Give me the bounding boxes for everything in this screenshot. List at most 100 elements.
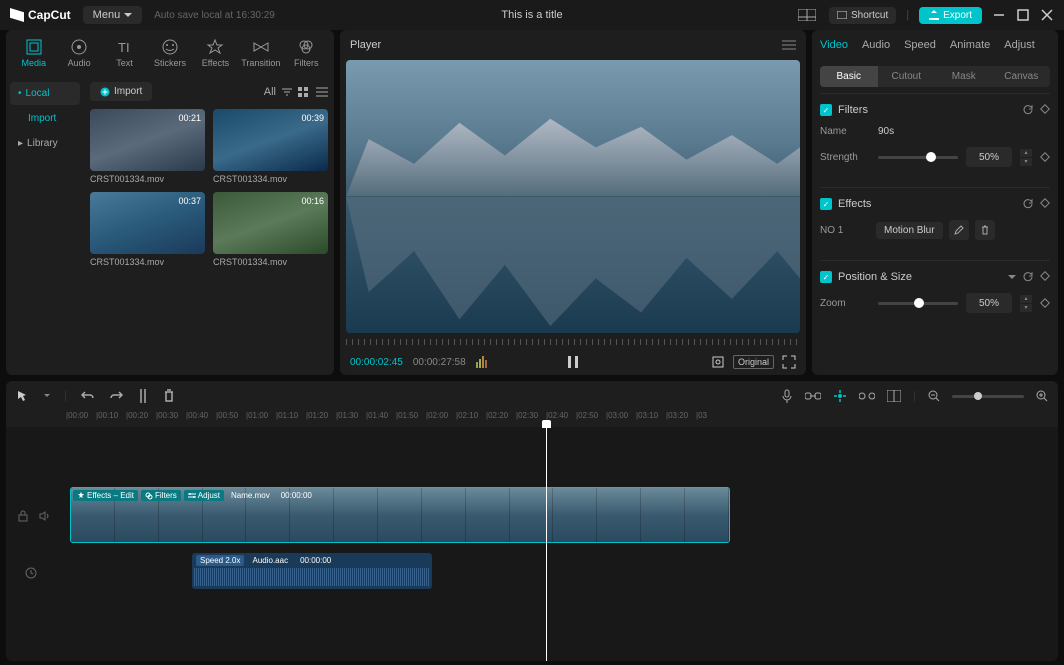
clip-grid: 00:21CRST001334.mov 00:39CRST001334.mov … — [90, 109, 328, 267]
subtab-cutout[interactable]: Cutout — [878, 66, 936, 87]
keyframe-icon[interactable] — [1040, 198, 1050, 208]
zoom-out-button[interactable] — [928, 390, 940, 402]
original-toggle[interactable]: Original — [733, 355, 774, 369]
filter-all[interactable]: All — [264, 86, 276, 98]
reset-icon[interactable] — [1022, 104, 1034, 116]
effects-checkbox[interactable]: ✓ — [820, 198, 832, 210]
effects-icon — [206, 38, 224, 56]
frame-icon[interactable] — [711, 355, 725, 369]
chevron-down-icon[interactable] — [1008, 275, 1016, 280]
layout-icon[interactable] — [795, 6, 819, 24]
delete-effect-button[interactable] — [975, 220, 995, 240]
list-view-icon[interactable] — [316, 87, 328, 97]
subtab-canvas[interactable]: Canvas — [993, 66, 1051, 87]
position-checkbox[interactable]: ✓ — [820, 271, 832, 283]
keyframe-icon[interactable] — [1040, 298, 1050, 308]
ruler-tick: |01:10 — [276, 411, 306, 427]
close-button[interactable] — [1040, 8, 1054, 22]
keyframe-icon[interactable] — [1040, 271, 1050, 281]
mute-icon[interactable] — [38, 510, 52, 522]
snap-icon[interactable] — [833, 389, 847, 403]
inspector-tab-audio[interactable]: Audio — [862, 39, 890, 51]
audio-track[interactable]: Speed 2.0x Audio.aac 00:00:00 — [66, 553, 1058, 593]
ruler-tick: |02:50 — [576, 411, 606, 427]
strength-value[interactable]: 50% — [966, 147, 1012, 167]
player-menu-icon[interactable] — [782, 40, 796, 50]
video-clip[interactable]: Effects – Edit Filters Adjust Name.mov 0… — [70, 487, 730, 543]
timeline-body[interactable]: Effects – Edit Filters Adjust Name.mov 0… — [6, 427, 1058, 661]
audio-clip[interactable]: Speed 2.0x Audio.aac 00:00:00 — [192, 553, 432, 589]
inspector-tab-speed[interactable]: Speed — [904, 39, 936, 51]
redo-button[interactable] — [109, 390, 123, 402]
strength-stepper[interactable]: ▴▾ — [1020, 149, 1032, 166]
ruler-tick: |01:50 — [396, 411, 426, 427]
zoom-in-button[interactable] — [1036, 390, 1048, 402]
pause-button[interactable] — [566, 355, 580, 369]
tab-transition[interactable]: Transition — [239, 34, 282, 72]
keyframe-icon[interactable] — [1040, 104, 1050, 114]
subtab-basic[interactable]: Basic — [820, 66, 878, 87]
zoom-stepper[interactable]: ▴▾ — [1020, 295, 1032, 312]
media-clip[interactable]: 00:37CRST001334.mov — [90, 192, 205, 267]
player-ruler[interactable] — [346, 335, 800, 349]
clock-icon[interactable] — [24, 566, 38, 580]
undo-button[interactable] — [81, 390, 95, 402]
tab-text[interactable]: TIText — [103, 34, 146, 72]
tab-audio[interactable]: Audio — [57, 34, 100, 72]
grid-view-icon[interactable] — [298, 87, 310, 97]
link-icon[interactable] — [805, 391, 821, 401]
media-clip[interactable]: 00:21CRST001334.mov — [90, 109, 205, 184]
inspector-tab-video[interactable]: Video — [820, 39, 848, 51]
pointer-tool[interactable] — [16, 389, 30, 403]
clip-tag-effects[interactable]: Effects – Edit — [73, 490, 138, 501]
edit-effect-button[interactable] — [949, 220, 969, 240]
media-panel: Media Audio TIText Stickers Effects Tran… — [6, 30, 334, 375]
chevron-down-icon[interactable] — [44, 394, 50, 398]
sidebar-item-import[interactable]: Import — [10, 107, 80, 130]
inspector-tab-animate[interactable]: Animate — [950, 39, 990, 51]
fullscreen-icon[interactable] — [782, 355, 796, 369]
keyframe-icon[interactable] — [1040, 152, 1050, 162]
sidebar-item-local[interactable]: •Local — [10, 82, 80, 105]
split-button[interactable] — [137, 389, 149, 403]
import-button[interactable]: Import — [90, 82, 152, 101]
clip-name-tag: Name.mov — [227, 490, 274, 501]
timeline-zoom-slider[interactable] — [952, 395, 1024, 398]
menu-button[interactable]: Menu — [83, 6, 143, 24]
tab-filters[interactable]: Filters — [285, 34, 328, 72]
levels-icon[interactable] — [476, 356, 488, 368]
video-track[interactable]: Effects – Edit Filters Adjust Name.mov 0… — [66, 487, 1058, 545]
filters-checkbox[interactable]: ✓ — [820, 104, 832, 116]
timeline-ruler[interactable]: |00:00|00:10|00:20|00:30|00:40|00:50|01:… — [6, 411, 1058, 427]
project-title[interactable]: This is a title — [501, 9, 562, 21]
minimize-button[interactable] — [992, 8, 1006, 22]
strength-slider[interactable] — [878, 156, 958, 159]
zoom-slider[interactable] — [878, 302, 958, 305]
tab-effects[interactable]: Effects — [194, 34, 237, 72]
tab-media[interactable]: Media — [12, 34, 55, 72]
clip-tag-adjust[interactable]: Adjust — [184, 490, 224, 501]
media-clip[interactable]: 00:39CRST001334.mov — [213, 109, 328, 184]
clip-tag-filters[interactable]: Filters — [141, 490, 181, 501]
zoom-value[interactable]: 50% — [966, 293, 1012, 313]
sidebar-item-library[interactable]: ▸Library — [10, 132, 80, 155]
export-button[interactable]: Export — [919, 7, 982, 24]
playhead[interactable] — [546, 427, 547, 661]
subtab-mask[interactable]: Mask — [935, 66, 993, 87]
export-icon — [929, 10, 939, 20]
lock-icon[interactable] — [16, 510, 30, 522]
reset-icon[interactable] — [1022, 271, 1034, 283]
sidebar-toggle-icon[interactable] — [887, 390, 901, 402]
reset-icon[interactable] — [1022, 198, 1034, 210]
tab-stickers[interactable]: Stickers — [148, 34, 191, 72]
delete-button[interactable] — [163, 389, 175, 403]
media-clip[interactable]: 00:16CRST001334.mov — [213, 192, 328, 267]
preview-viewport[interactable] — [346, 60, 800, 333]
sort-icon[interactable] — [282, 87, 292, 97]
maximize-button[interactable] — [1016, 8, 1030, 22]
shortcut-button[interactable]: Shortcut — [829, 7, 896, 24]
inspector-tab-adjust[interactable]: Adjust — [1004, 39, 1035, 51]
ruler-tick: |00:10 — [96, 411, 126, 427]
mic-icon[interactable] — [781, 389, 793, 403]
chain-icon[interactable] — [859, 391, 875, 401]
